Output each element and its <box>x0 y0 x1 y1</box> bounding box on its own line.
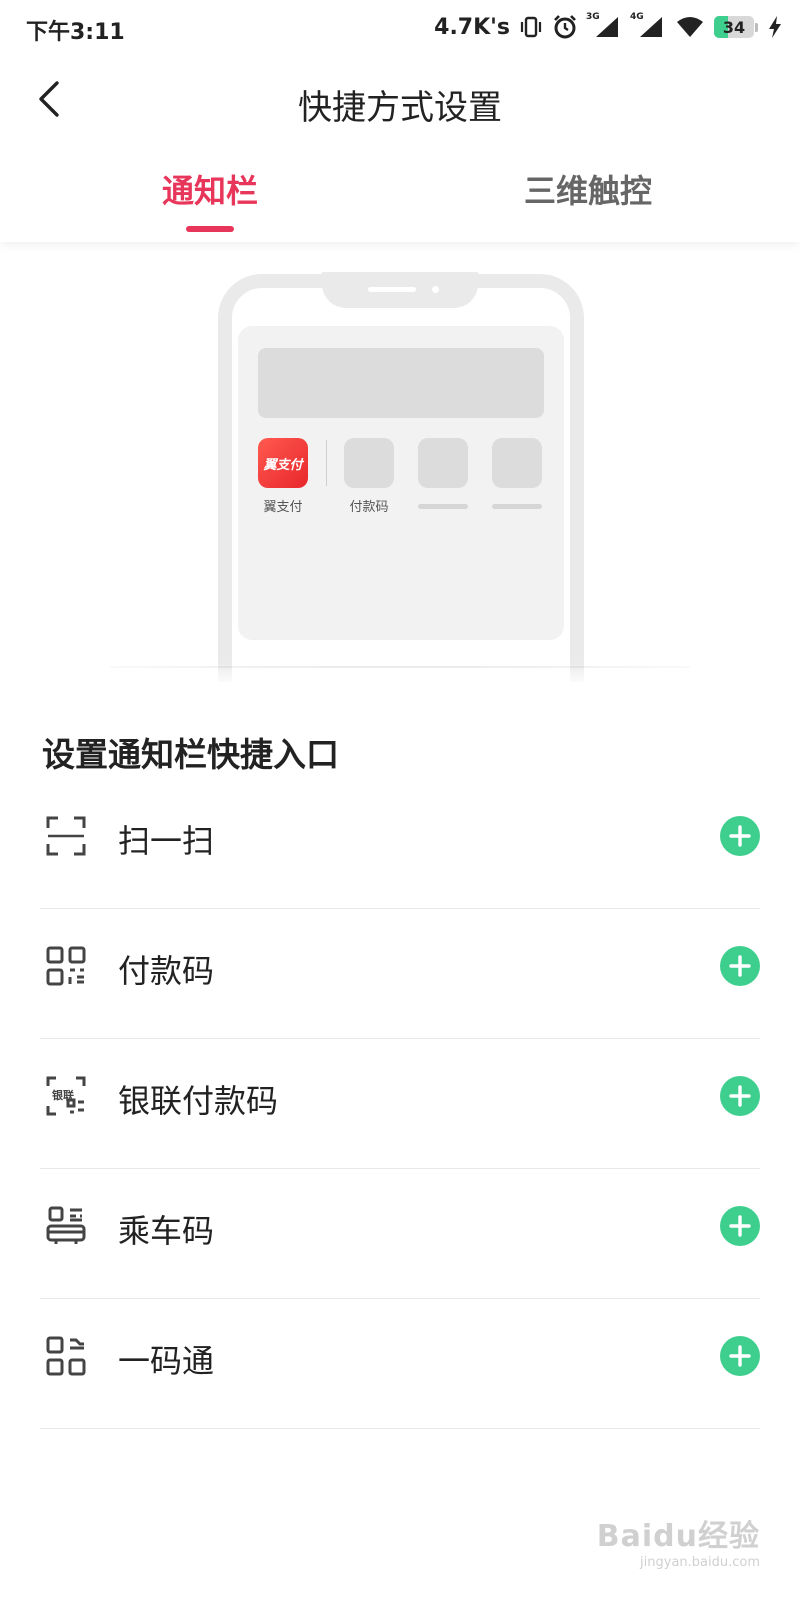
qrcode-icon <box>44 944 88 988</box>
divider <box>40 1168 760 1169</box>
divider <box>40 908 760 909</box>
list-item-scan: 扫一扫 <box>0 790 800 920</box>
illustration-fade <box>0 662 800 682</box>
item-label: 银联付款码 <box>118 1082 279 1120</box>
app-2-label: 付款码 <box>349 500 389 515</box>
placeholder-tile-3 <box>492 438 542 488</box>
unified-code-icon <box>44 1334 88 1378</box>
charging-icon <box>768 12 782 42</box>
svg-text:银联: 银联 <box>52 1088 74 1102</box>
placeholder-label-2 <box>492 504 542 509</box>
status-time: 下午3:11 <box>26 20 125 45</box>
placeholder-banner <box>258 348 544 418</box>
battery-icon: 34 <box>714 16 758 38</box>
add-button[interactable] <box>720 1076 760 1116</box>
wifi-icon <box>676 12 704 42</box>
item-label: 付款码 <box>118 952 215 990</box>
plus-circle-icon <box>729 1345 751 1367</box>
status-icons: 4.7K's 3G 4G 34 <box>434 12 782 42</box>
status-bar: 下午3:11 4.7K's 3G 4G 34 <box>0 0 800 58</box>
divider <box>40 1298 760 1299</box>
bus-code-icon <box>44 1204 88 1248</box>
page-title: 快捷方式设置 <box>298 88 502 128</box>
unionpay-qrcode-icon: 银联 <box>44 1074 88 1118</box>
app-logo-text: 翼支付 <box>263 457 303 473</box>
add-button[interactable] <box>720 1336 760 1376</box>
tab-active-indicator <box>186 226 234 232</box>
item-label: 一码通 <box>118 1342 215 1380</box>
signal-4g-icon: 4G <box>630 12 666 42</box>
plus-circle-icon <box>729 955 751 977</box>
divider <box>40 1428 760 1429</box>
shortcut-list: 扫一扫 付款码 银联 银联付款码 乘车码 一码通 <box>0 790 800 1440</box>
item-label: 乘车码 <box>118 1212 215 1250</box>
battery-level: 34 <box>722 17 746 37</box>
phone-illustration: 翼支付 翼支付 付款码 <box>0 242 800 682</box>
tab-3d-touch[interactable]: 三维触控 <box>438 166 738 212</box>
watermark-brand: Baidu经验 <box>596 1519 760 1554</box>
tab-notification-bar[interactable]: 通知栏 <box>60 166 360 212</box>
plus-circle-icon <box>729 1215 751 1237</box>
plus-circle-icon <box>729 1085 751 1107</box>
item-label: 扫一扫 <box>118 822 215 860</box>
list-item-payment-code: 付款码 <box>0 920 800 1050</box>
app-1-label: 翼支付 <box>263 500 303 515</box>
alarm-icon <box>552 12 578 42</box>
signal-3g-label: 3G <box>586 12 600 22</box>
section-title: 设置通知栏快捷入口 <box>42 735 339 774</box>
signal-3g-icon: 3G <box>586 12 622 42</box>
network-speed: 4.7K's <box>434 14 510 40</box>
scan-icon <box>44 814 88 858</box>
phone-speaker <box>368 287 416 292</box>
watermark-url: jingyan.baidu.com <box>640 1555 760 1570</box>
placeholder-label-1 <box>418 504 468 509</box>
placeholder-tile-2 <box>418 438 468 488</box>
signal-4g-label: 4G <box>630 12 644 22</box>
placeholder-tile-1 <box>344 438 394 488</box>
list-item-unified-code: 一码通 <box>0 1310 800 1440</box>
vibrate-icon <box>520 12 542 42</box>
header: 快捷方式设置 <box>0 58 800 148</box>
illustration-shadow <box>110 666 690 668</box>
add-button[interactable] <box>720 816 760 856</box>
list-item-unionpay-code: 银联 银联付款码 <box>0 1050 800 1180</box>
add-button[interactable] <box>720 946 760 986</box>
vertical-divider <box>326 440 327 486</box>
list-item-bus-code: 乘车码 <box>0 1180 800 1310</box>
watermark: Baidu经验 jingyan.baidu.com <box>597 1511 760 1570</box>
plus-circle-icon <box>729 825 751 847</box>
app-logo: 翼支付 <box>258 438 308 488</box>
tab-bar: 通知栏 三维触控 <box>0 150 800 242</box>
divider <box>40 1038 760 1039</box>
add-button[interactable] <box>720 1206 760 1246</box>
phone-camera <box>432 286 439 293</box>
